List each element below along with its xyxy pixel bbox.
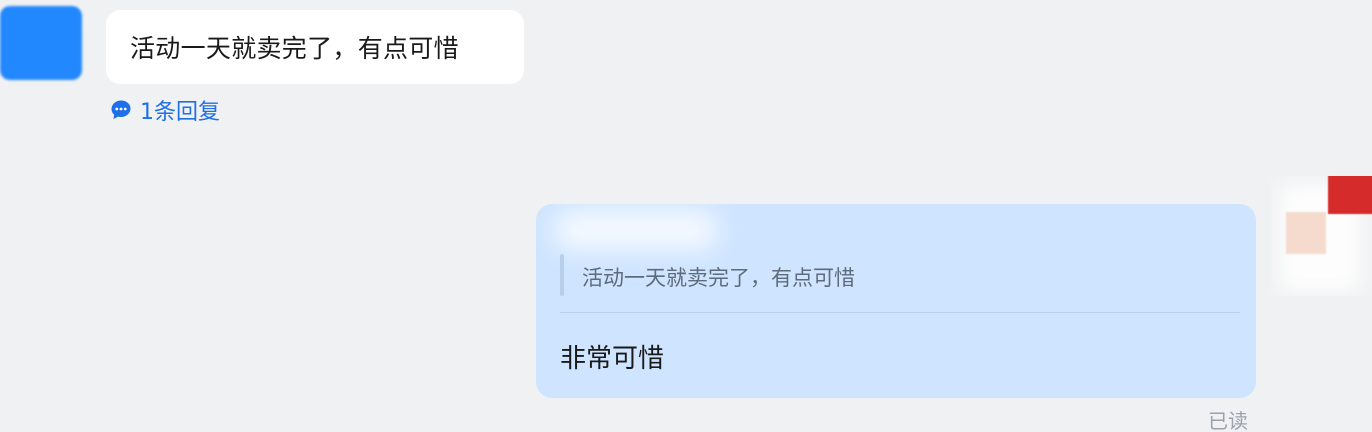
outgoing-message-text: 非常可惜 — [560, 344, 665, 374]
my-avatar[interactable] — [1270, 176, 1372, 296]
quote-bar — [560, 254, 564, 296]
reply-count-label: 1条回复 — [140, 100, 220, 125]
incoming-message-bubble[interactable]: 活动一天就卖完了，有点可惜 — [106, 10, 524, 84]
my-avatar-red-area — [1328, 176, 1372, 214]
reply-thread-link[interactable]: 1条回复 — [110, 94, 220, 126]
quoted-message[interactable]: 活动一天就卖完了，有点可惜 — [560, 234, 1240, 308]
chat-bubble-icon — [110, 99, 132, 121]
quoted-message-text: 活动一天就卖完了，有点可惜 — [582, 266, 855, 290]
outgoing-message-bubble[interactable]: 活动一天就卖完了，有点可惜 非常可惜 — [536, 204, 1256, 398]
sender-avatar[interactable] — [0, 6, 82, 80]
chat-thread: 活动一天就卖完了，有点可惜 1条回复 活动一天就卖完了，有点可惜 非常可惜 已读 — [0, 0, 1372, 432]
my-avatar-face-area — [1286, 212, 1326, 254]
quote-divider — [560, 312, 1240, 313]
read-status: 已读 — [1208, 409, 1248, 432]
incoming-message-text: 活动一天就卖完了，有点可惜 — [130, 34, 459, 63]
